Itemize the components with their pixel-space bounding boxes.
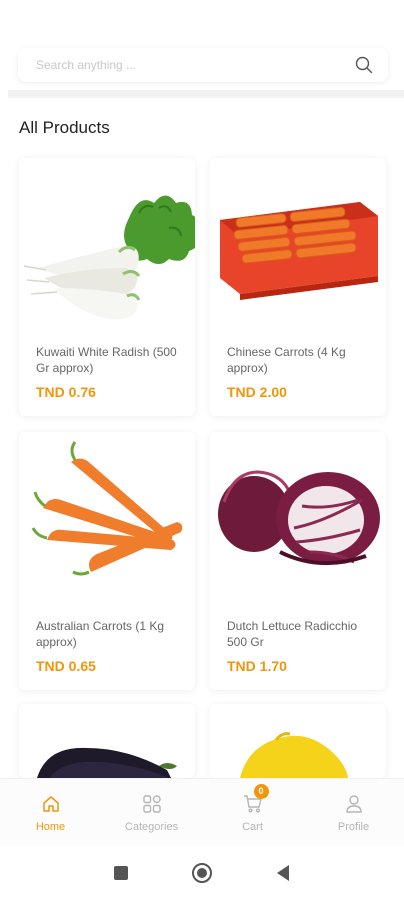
back-icon[interactable] (268, 858, 298, 888)
system-nav-bar (0, 846, 404, 900)
categories-icon (141, 793, 163, 815)
product-price: TND 2.00 (227, 384, 287, 400)
cart-icon: 0 (242, 783, 269, 815)
nav-cart-label: Cart (242, 820, 263, 833)
home-icon (40, 793, 62, 815)
home-circle-icon[interactable] (187, 858, 217, 888)
profile-icon (343, 793, 365, 815)
nav-home[interactable]: Home (0, 779, 101, 846)
product-card[interactable]: Australian Carrots (1 Kg approx) TND 0.6… (19, 432, 195, 690)
product-grid: Kuwaiti White Radish (500 Gr approx) TND… (0, 0, 404, 900)
nav-categories[interactable]: Categories (101, 779, 202, 846)
nav-profile[interactable]: Profile (303, 779, 404, 846)
radicchio-image (218, 470, 380, 566)
recents-icon[interactable] (106, 858, 136, 888)
nav-profile-label: Profile (337, 820, 370, 833)
product-price: TND 0.65 (36, 658, 96, 674)
product-card[interactable]: Dutch Lettuce Radicchio 500 Gr TND 1.70 (210, 432, 386, 690)
nav-cart[interactable]: 0 Cart (202, 779, 303, 846)
cart-badge: 0 (253, 783, 269, 799)
product-name: Kuwaiti White Radish (500 Gr approx) (36, 345, 177, 375)
nav-home-label: Home (35, 820, 66, 833)
bottom-nav: Home Categories 0 Cart Profile (0, 778, 404, 846)
product-card[interactable]: Kuwaiti White Radish (500 Gr approx) TND… (19, 158, 195, 416)
carrot-box-image (220, 202, 378, 300)
product-name: Chinese Carrots (4 Kg approx) (227, 345, 346, 375)
product-name: Australian Carrots (1 Kg approx) (36, 619, 165, 649)
lemon-image (240, 732, 348, 778)
radish-image (23, 195, 195, 320)
product-price: TND 0.76 (36, 384, 96, 400)
product-card[interactable] (210, 704, 386, 778)
eggplant-image (37, 747, 177, 778)
product-price: TND 1.70 (227, 658, 287, 674)
product-name: Dutch Lettuce Radicchio 500 Gr (227, 619, 358, 649)
carrots-image (31, 441, 183, 576)
product-card[interactable] (19, 704, 195, 778)
nav-categories-label: Categories (124, 820, 179, 833)
product-card[interactable]: Chinese Carrots (4 Kg approx) TND 2.00 (210, 158, 386, 416)
